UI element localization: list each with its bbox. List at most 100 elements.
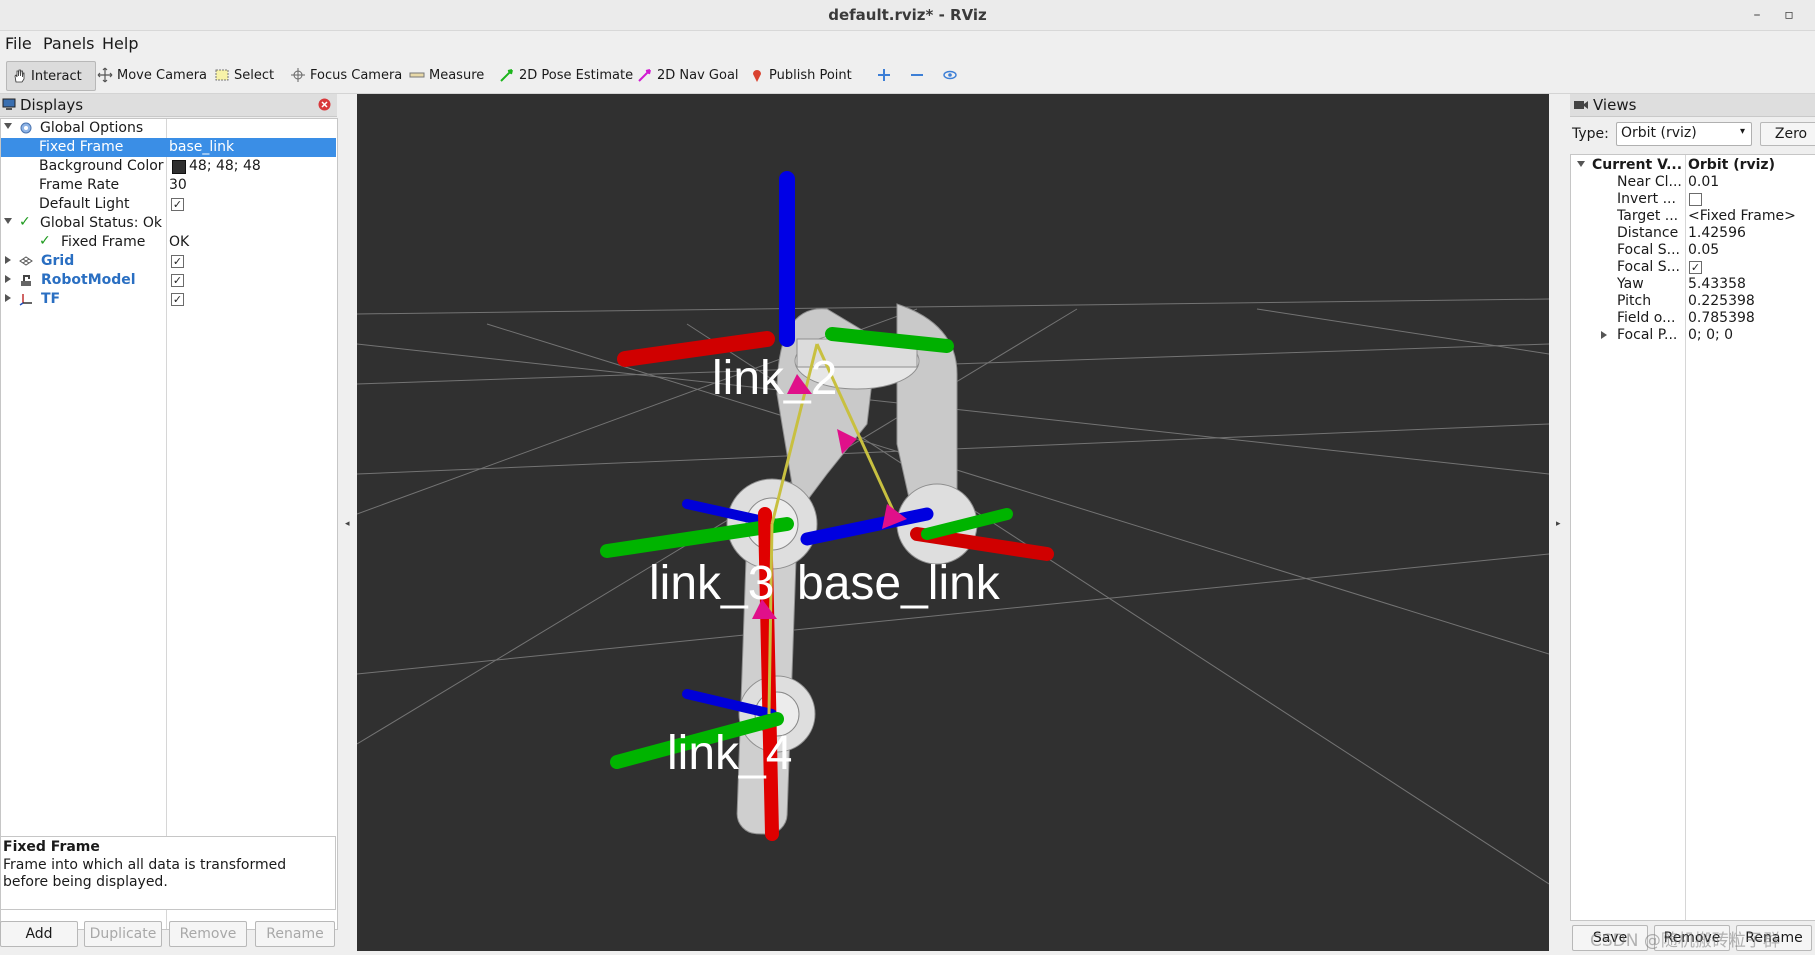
tree-row-tf[interactable]: TF ✓ [1,290,336,309]
collapse-left-icon[interactable]: ◂ [345,519,350,529]
tree-row-global-options[interactable]: Global Options [1,119,336,138]
tree-row-default-light[interactable]: Default Light ✓ [1,195,336,214]
add-tool-button[interactable] [872,61,896,89]
scene-canvas[interactable]: link_2 link_3 base_link link_4 [356,94,1550,951]
property-description: Fixed Frame Frame into which all data is… [0,836,336,910]
select-icon [215,69,229,81]
minimize-button[interactable]: – [1745,5,1769,25]
view-row-focal-shape-fixed[interactable]: Focal S... ✓ [1571,259,1811,276]
description-text: Frame into which all data is transformed… [3,857,287,890]
interact-label: Interact [31,68,82,84]
near-clip-value[interactable]: 0.01 [1688,174,1719,190]
view-row-focal-point[interactable]: Focal P... 0; 0; 0 [1571,327,1811,344]
minus-icon [911,74,923,76]
toggle-panels-button[interactable] [938,61,962,89]
select-tool[interactable]: Select [210,61,278,89]
move-camera-tool[interactable]: Move Camera [93,61,211,89]
tree-row-status-fixed-frame[interactable]: ✓ Fixed Frame OK [1,233,336,252]
pose-estimate-tool[interactable]: 2D Pose Estimate [495,61,637,89]
expand-arrow-icon[interactable] [1601,331,1607,339]
collapse-arrow-icon[interactable] [1577,161,1585,167]
fixed-frame-value[interactable]: base_link [169,139,234,155]
color-swatch[interactable] [172,160,186,174]
frame-rate-value[interactable]: 30 [169,177,187,193]
rename-button[interactable]: Rename [255,921,335,947]
robotmodel-checkbox[interactable]: ✓ [171,274,184,287]
render-viewport[interactable]: link_2 link_3 base_link link_4 [356,94,1550,951]
remove-tool-button[interactable] [905,61,929,89]
tree-row-robotmodel[interactable]: RobotModel ✓ [1,271,336,290]
view-row-distance[interactable]: Distance 1.42596 [1571,225,1811,242]
yaw-value[interactable]: 5.43358 [1688,276,1746,292]
view-row-field-of-view[interactable]: Field o... 0.785398 [1571,310,1811,327]
expand-arrow-icon[interactable] [5,275,11,283]
menu-panels[interactable]: Panels [43,34,95,53]
focal-point-value[interactable]: 0; 0; 0 [1688,327,1733,343]
focal-shape-fixed-label: Focal S... [1617,259,1680,275]
tree-row-background-color[interactable]: Background Color 48; 48; 48 [1,157,336,176]
right-splitter[interactable]: ▸ [1552,94,1566,951]
focal-shape-size-value[interactable]: 0.05 [1688,242,1719,258]
expand-arrow-icon[interactable] [5,294,11,302]
duplicate-button[interactable]: Duplicate [84,921,162,947]
view-row-yaw[interactable]: Yaw 5.43358 [1571,276,1811,293]
move-camera-label: Move Camera [117,67,208,83]
collapse-arrow-icon[interactable] [4,218,12,224]
close-icon[interactable] [318,98,331,111]
hand-icon [14,69,25,83]
tree-row-global-status[interactable]: ✓ Global Status: Ok [1,214,336,233]
dropdown-arrow-icon: ▾ [1739,126,1745,137]
distance-value[interactable]: 1.42596 [1688,225,1746,241]
view-row-near-clip[interactable]: Near Cl... 0.01 [1571,174,1811,191]
measure-tool[interactable]: Measure [405,61,488,89]
collapse-right-icon[interactable]: ▸ [1556,519,1561,529]
focal-shape-fixed-checkbox[interactable]: ✓ [1689,261,1702,274]
remove-button[interactable]: Remove [169,921,247,947]
nav-arrow-icon [638,69,651,82]
field-of-view-value[interactable]: 0.785398 [1688,310,1755,326]
displays-panel: Displays Global Options Fixed Frame base… [0,94,338,955]
global-options-label: Global Options [40,120,144,136]
view-row-current[interactable]: Current V... Orbit (rviz) [1571,157,1811,174]
tree-row-fixed-frame[interactable]: Fixed Frame base_link [1,138,336,157]
default-light-checkbox[interactable]: ✓ [171,198,184,211]
invert-checkbox[interactable] [1689,193,1702,206]
displays-tree: Global Options Fixed Frame base_link Bac… [0,118,338,930]
global-status-label: Global Status: Ok [40,215,163,231]
views-tree: Current V... Orbit (rviz) Near Cl... 0.0… [1570,154,1815,921]
robotmodel-label: RobotModel [41,272,136,288]
left-splitter[interactable]: ◂ [341,94,355,951]
add-button[interactable]: Add [0,921,78,947]
background-color-label: Background Color [39,158,164,174]
nav-goal-tool[interactable]: 2D Nav Goal [633,61,743,89]
menu-file[interactable]: File [5,34,32,53]
grid-checkbox[interactable]: ✓ [171,255,184,268]
expand-arrow-icon[interactable] [5,256,11,264]
view-type-select[interactable]: Orbit (rviz) ▾ [1616,122,1752,146]
focus-camera-label: Focus Camera [310,67,403,83]
interact-tool[interactable]: Interact [6,61,96,91]
zero-button[interactable]: Zero [1760,122,1815,146]
collapse-arrow-icon[interactable] [4,123,12,129]
tree-row-grid[interactable]: Grid ✓ [1,252,336,271]
view-row-focal-shape-size[interactable]: Focal S... 0.05 [1571,242,1811,259]
maximize-button[interactable]: ▫ [1777,5,1801,25]
camera-icon [1574,101,1588,109]
view-row-invert[interactable]: Invert ... [1571,191,1811,208]
target-value[interactable]: <Fixed Frame> [1688,208,1796,224]
pitch-value[interactable]: 0.225398 [1688,293,1755,309]
publish-point-label: Publish Point [769,67,852,83]
displays-title: Displays [20,96,84,114]
pose-arrow-icon [500,69,513,82]
tree-row-frame-rate[interactable]: Frame Rate 30 [1,176,336,195]
displays-header: Displays [0,94,337,117]
view-row-target[interactable]: Target ... <Fixed Frame> [1571,208,1811,225]
background-color-value[interactable]: 48; 48; 48 [189,158,261,174]
publish-point-tool[interactable]: Publish Point [745,61,856,89]
tf-checkbox[interactable]: ✓ [171,293,184,306]
focus-camera-tool[interactable]: Focus Camera [286,61,406,89]
view-row-pitch[interactable]: Pitch 0.225398 [1571,293,1811,310]
frame-label-base-link: base_link [797,557,1001,610]
menu-help[interactable]: Help [102,34,138,53]
views-title: Views [1593,96,1637,114]
